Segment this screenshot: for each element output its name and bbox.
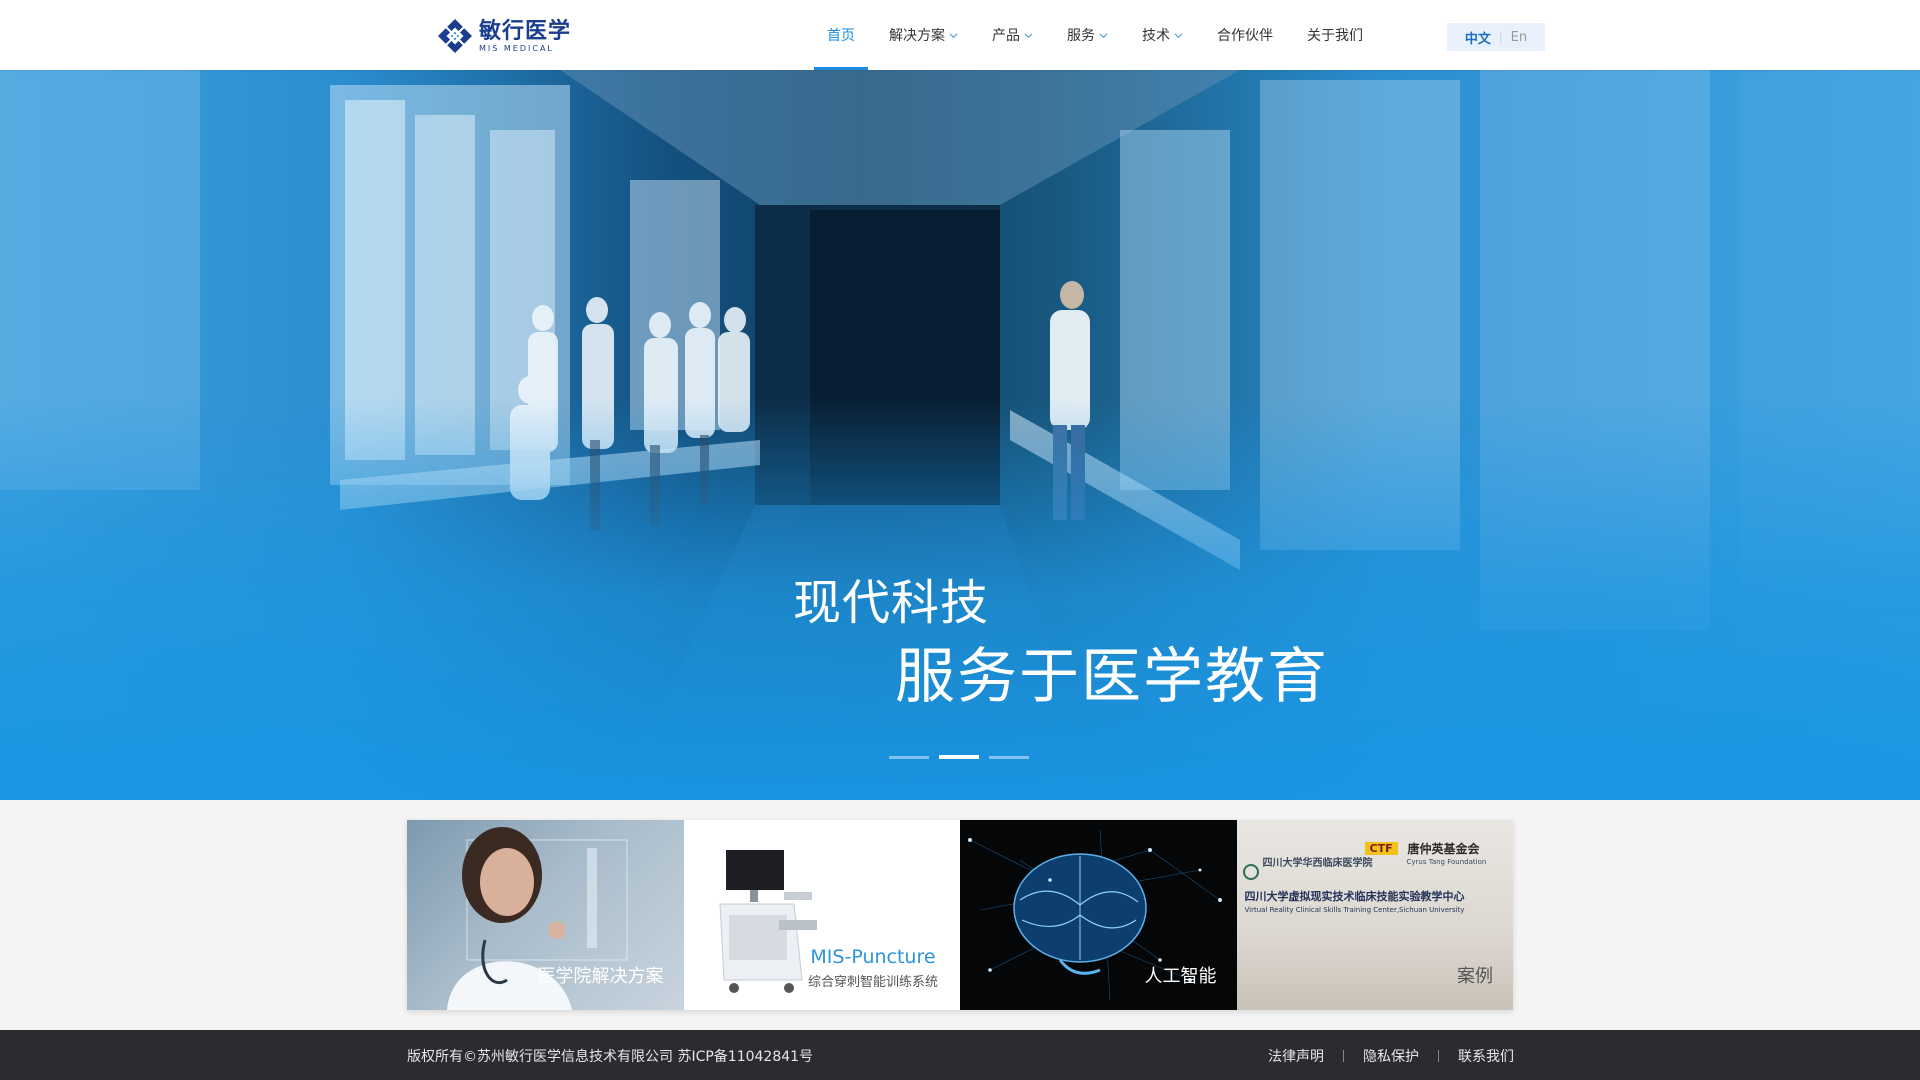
nav-label: 技术: [1142, 28, 1170, 44]
chevron-down-icon: [1099, 32, 1108, 38]
nav-label: 产品: [992, 28, 1020, 44]
logo[interactable]: 敏行医学 MIS MEDICAL: [438, 19, 571, 53]
card-label: 医学院解决方案: [537, 966, 664, 987]
logo-title: 敏行医学: [479, 18, 572, 44]
card-ai[interactable]: 人工智能: [960, 820, 1237, 1010]
nav-label: 首页: [827, 28, 855, 44]
card-cases[interactable]: 四川大学华西临床医学院 CTF 唐仲英基金会 Cyrus Tang Founda…: [1236, 820, 1513, 1010]
language-switch: 中文 | En: [1447, 23, 1545, 51]
carousel-dot-3[interactable]: [989, 756, 1029, 759]
carousel-dot-2[interactable]: [939, 755, 979, 759]
site-footer: 版权所有©苏州敏行医学信息技术有限公司 苏ICP备11042841号 法律声明 …: [0, 1030, 1920, 1080]
nav-label: 解决方案: [889, 28, 945, 44]
card-label: 案例: [1457, 966, 1493, 987]
main-nav: 首页 解决方案 产品 服务 技术 合作伙伴 关于我们: [810, 0, 1380, 70]
logo-mark-icon: [438, 19, 472, 53]
nav-item-technology[interactable]: 技术: [1125, 0, 1200, 70]
nav-item-partners[interactable]: 合作伙伴: [1200, 0, 1290, 70]
footer-link-privacy[interactable]: 隐私保护: [1363, 1046, 1419, 1066]
footer-link-legal[interactable]: 法律声明: [1268, 1046, 1324, 1066]
sign-foundation-en: Cyrus Tang Foundation: [1406, 858, 1487, 866]
card-label: MIS-Puncture: [810, 946, 936, 968]
nav-label: 关于我们: [1307, 28, 1363, 44]
logo-subtitle: MIS MEDICAL: [479, 43, 554, 53]
card-mis-puncture[interactable]: MIS-Puncture 综合穿刺智能训练系统: [683, 820, 960, 1010]
hero-banner[interactable]: 现代科技 服务于医学教育: [0, 70, 1920, 800]
nav-item-home[interactable]: 首页: [810, 0, 872, 70]
carousel-indicators: [889, 755, 1039, 759]
card-label: 人工智能: [1144, 966, 1217, 987]
nav-item-about[interactable]: 关于我们: [1290, 0, 1380, 70]
sign-ctf-badge: CTF: [1364, 842, 1398, 855]
nav-label: 服务: [1067, 28, 1095, 44]
nav-item-solutions[interactable]: 解决方案: [872, 0, 975, 70]
lang-divider: |: [1498, 30, 1503, 44]
footer-link-contact[interactable]: 联系我们: [1458, 1046, 1514, 1066]
lang-chinese[interactable]: 中文: [1465, 28, 1491, 47]
site-header: 敏行医学 MIS MEDICAL 首页 解决方案 产品 服务 技术 合作伙伴 关…: [0, 0, 1920, 70]
chevron-down-icon: [1174, 32, 1183, 38]
copyright-text: 版权所有©苏州敏行医学信息技术有限公司 苏ICP备11042841号: [407, 1049, 814, 1065]
footer-divider: [1343, 1050, 1344, 1062]
hero-headline-line2: 服务于医学教育: [895, 642, 1329, 712]
sign-school-name: 四川大学华西临床医学院: [1262, 858, 1373, 869]
card-sublabel: 综合穿刺智能训练系统: [807, 975, 938, 990]
sign-main-subtitle: Virtual Reality Clinical Skills Training…: [1244, 906, 1465, 914]
carousel-dot-1[interactable]: [889, 756, 929, 759]
sign-foundation-cn: 唐仲英基金会: [1407, 842, 1480, 856]
feature-cards: 医学院解决方案 MIS-Puncture 综合穿刺智能训练系统 人工智能 四川大…: [407, 820, 1513, 1010]
footer-links: 法律声明 隐私保护 联系我们: [1268, 1046, 1514, 1066]
hero-headline-line1: 现代科技: [793, 575, 990, 631]
chevron-down-icon: [1024, 32, 1033, 38]
nav-item-products[interactable]: 产品: [975, 0, 1050, 70]
sign-main-title: 四川大学虚拟现实技术临床技能实验教学中心: [1244, 890, 1465, 903]
lang-english[interactable]: En: [1511, 30, 1527, 45]
chevron-down-icon: [949, 32, 958, 38]
nav-label: 合作伙伴: [1217, 28, 1273, 44]
footer-divider: [1438, 1050, 1439, 1062]
card-medical-school-solution[interactable]: 医学院解决方案: [407, 820, 684, 1010]
nav-item-services[interactable]: 服务: [1050, 0, 1125, 70]
